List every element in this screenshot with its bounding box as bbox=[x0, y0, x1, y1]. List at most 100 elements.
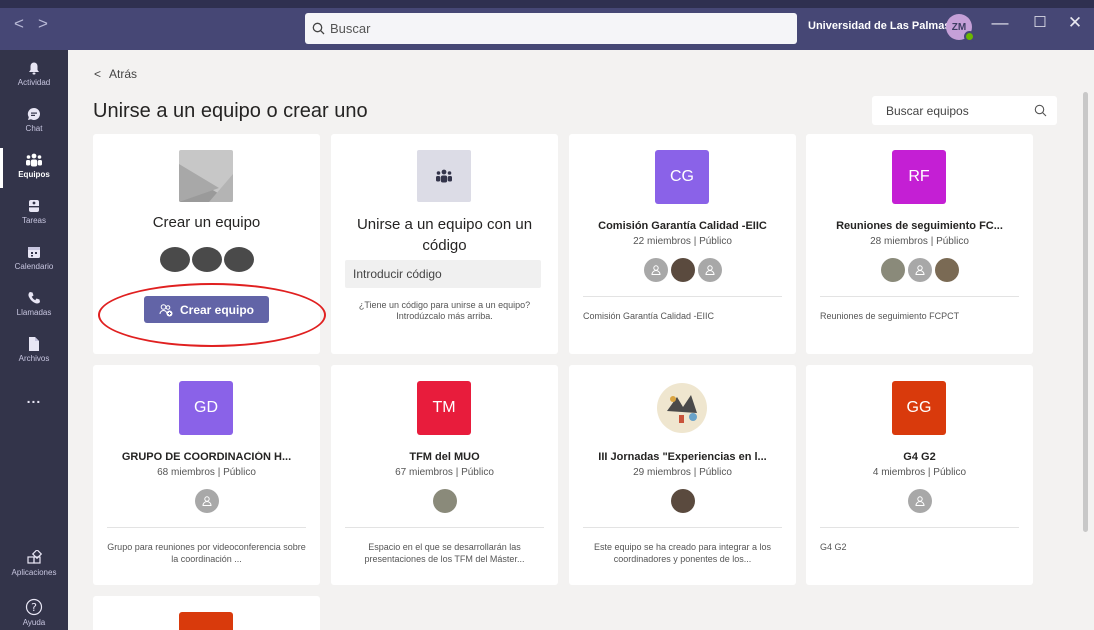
window-top-strip bbox=[0, 0, 1094, 8]
team-card[interactable]: RF Reuniones de seguimiento FC... 28 mie… bbox=[806, 134, 1033, 354]
scrollbar[interactable] bbox=[1083, 92, 1088, 532]
member-avatar bbox=[194, 489, 219, 513]
annotation-circle bbox=[98, 283, 326, 347]
org-name[interactable]: Universidad de Las Palmas... bbox=[808, 20, 960, 32]
person-icon bbox=[914, 496, 925, 506]
team-member-count: 28 miembros | Público bbox=[870, 236, 969, 247]
card-divider bbox=[820, 296, 1019, 297]
team-members bbox=[806, 489, 1033, 513]
user-initials: ZM bbox=[951, 21, 967, 33]
team-members bbox=[569, 489, 796, 513]
phone-icon bbox=[28, 292, 40, 304]
rail-item-files[interactable]: Archivos bbox=[0, 330, 68, 376]
more-icon: ... bbox=[26, 390, 42, 406]
join-with-code-card: Unirse a un equipo con un código Introdu… bbox=[331, 134, 558, 354]
rail-label-teams: Equipos bbox=[18, 170, 50, 179]
user-avatar[interactable]: ZM bbox=[946, 14, 975, 42]
team-members bbox=[331, 489, 558, 513]
global-search-placeholder: Buscar bbox=[330, 21, 371, 36]
team-search-input[interactable]: Buscar equipos bbox=[872, 96, 1057, 125]
rail-label-files: Archivos bbox=[18, 354, 50, 363]
presence-available-icon bbox=[964, 31, 975, 42]
rail-item-tasks[interactable]: Tareas bbox=[0, 192, 68, 238]
calendar-icon bbox=[28, 247, 40, 258]
team-member-count: 29 miembros | Público bbox=[633, 467, 732, 478]
team-members bbox=[93, 489, 320, 513]
team-card[interactable]: GD GRUPO DE COORDINACIÓN H... 68 miembro… bbox=[93, 365, 320, 585]
rail-label-tasks: Tareas bbox=[21, 216, 46, 225]
member-avatar bbox=[670, 258, 695, 282]
minimize-icon[interactable]: — bbox=[990, 13, 1010, 33]
forward-arrow-icon[interactable]: > bbox=[38, 14, 62, 33]
team-card[interactable]: III Jornadas "Experiencias en l... 29 mi… bbox=[569, 365, 796, 585]
create-team-title: Crear un equipo bbox=[152, 214, 261, 231]
team-avatar: CG bbox=[655, 150, 709, 204]
back-label: Atrás bbox=[109, 67, 138, 81]
team-description: Comisión Garantía Calidad -EIIC bbox=[583, 311, 715, 321]
bell-icon bbox=[29, 62, 39, 75]
maximize-icon[interactable]: ☐ bbox=[1030, 13, 1050, 31]
member-avatar bbox=[934, 258, 959, 282]
member-placeholder-avatar bbox=[191, 247, 222, 272]
team-avatar: GD bbox=[179, 381, 233, 435]
team-avatar: GG bbox=[892, 381, 946, 435]
team-name: Comisión Garantía Calidad -EIIC bbox=[598, 220, 767, 232]
join-team-illustration bbox=[417, 150, 471, 202]
rail-label-help: Ayuda bbox=[22, 618, 46, 627]
rail-label-chat: Chat bbox=[25, 124, 43, 133]
rail-label-apps: Aplicaciones bbox=[11, 568, 57, 577]
person-icon bbox=[914, 265, 925, 275]
member-avatar bbox=[907, 489, 932, 513]
rail-item-apps[interactable]: Aplicaciones bbox=[0, 544, 68, 590]
rail-item-calls[interactable]: Llamadas bbox=[0, 284, 68, 330]
team-name: Reuniones de seguimiento FC... bbox=[836, 220, 1003, 232]
close-icon[interactable]: ✕ bbox=[1065, 13, 1085, 33]
team-name: G4 G2 bbox=[903, 451, 936, 463]
rail-item-activity[interactable]: Actividad bbox=[0, 54, 68, 100]
rail-item-calendar[interactable]: Calendario bbox=[0, 238, 68, 284]
team-description: G4 G2 bbox=[820, 542, 847, 552]
team-card[interactable]: CG Comisión Garantía Calidad -EIIC 22 mi… bbox=[569, 134, 796, 354]
back-link[interactable]: < Atrás bbox=[94, 67, 145, 81]
team-card[interactable] bbox=[93, 596, 320, 630]
global-search-input[interactable]: Buscar bbox=[305, 13, 797, 44]
member-placeholder-avatar bbox=[223, 247, 254, 272]
teams-icon bbox=[436, 169, 452, 183]
back-arrow-icon[interactable]: < bbox=[14, 14, 38, 33]
team-card[interactable]: GG G4 G2 4 miembros | Público G4 G2 bbox=[806, 365, 1033, 585]
team-member-count: 67 miembros | Público bbox=[395, 467, 494, 478]
team-name: TFM del MUO bbox=[409, 451, 480, 463]
team-image bbox=[657, 383, 707, 433]
member-avatar bbox=[432, 489, 457, 513]
create-team-members-placeholder bbox=[93, 247, 320, 272]
search-icon bbox=[1034, 104, 1047, 117]
card-divider bbox=[820, 527, 1019, 528]
card-divider bbox=[583, 296, 782, 297]
team-description: Grupo para reuniones por videoconferenci… bbox=[107, 542, 306, 564]
help-icon: ? bbox=[25, 598, 43, 616]
team-members bbox=[806, 258, 1033, 282]
rail-item-more[interactable]: ... bbox=[0, 390, 68, 436]
search-icon bbox=[312, 22, 325, 35]
card-divider bbox=[107, 527, 306, 528]
team-avatar bbox=[655, 381, 709, 435]
join-team-help-text: ¿Tiene un código para unirse a un equipo… bbox=[358, 300, 531, 321]
rail-label-activity: Actividad bbox=[17, 78, 51, 87]
team-name: III Jornadas "Experiencias en l... bbox=[598, 451, 767, 463]
member-avatar bbox=[670, 489, 695, 513]
team-card[interactable]: TM TFM del MUO 67 miembros | Público Esp… bbox=[331, 365, 558, 585]
card-divider bbox=[583, 527, 782, 528]
rail-item-teams[interactable]: Equipos bbox=[0, 146, 68, 192]
rail-label-calendar: Calendario bbox=[14, 262, 54, 271]
team-avatar bbox=[179, 612, 233, 630]
member-avatar bbox=[643, 258, 668, 282]
team-avatar: RF bbox=[892, 150, 946, 204]
history-nav: <> bbox=[14, 14, 62, 34]
team-code-input[interactable]: Introducir código bbox=[345, 260, 541, 288]
team-search-placeholder: Buscar equipos bbox=[886, 103, 969, 118]
rail-item-chat[interactable]: Chat bbox=[0, 100, 68, 146]
teams-icon bbox=[26, 153, 42, 167]
rail-item-help[interactable]: ? Ayuda bbox=[0, 592, 68, 630]
member-placeholder-avatar bbox=[159, 247, 190, 272]
team-description: Espacio en el que se desarrollarán las p… bbox=[364, 542, 525, 564]
